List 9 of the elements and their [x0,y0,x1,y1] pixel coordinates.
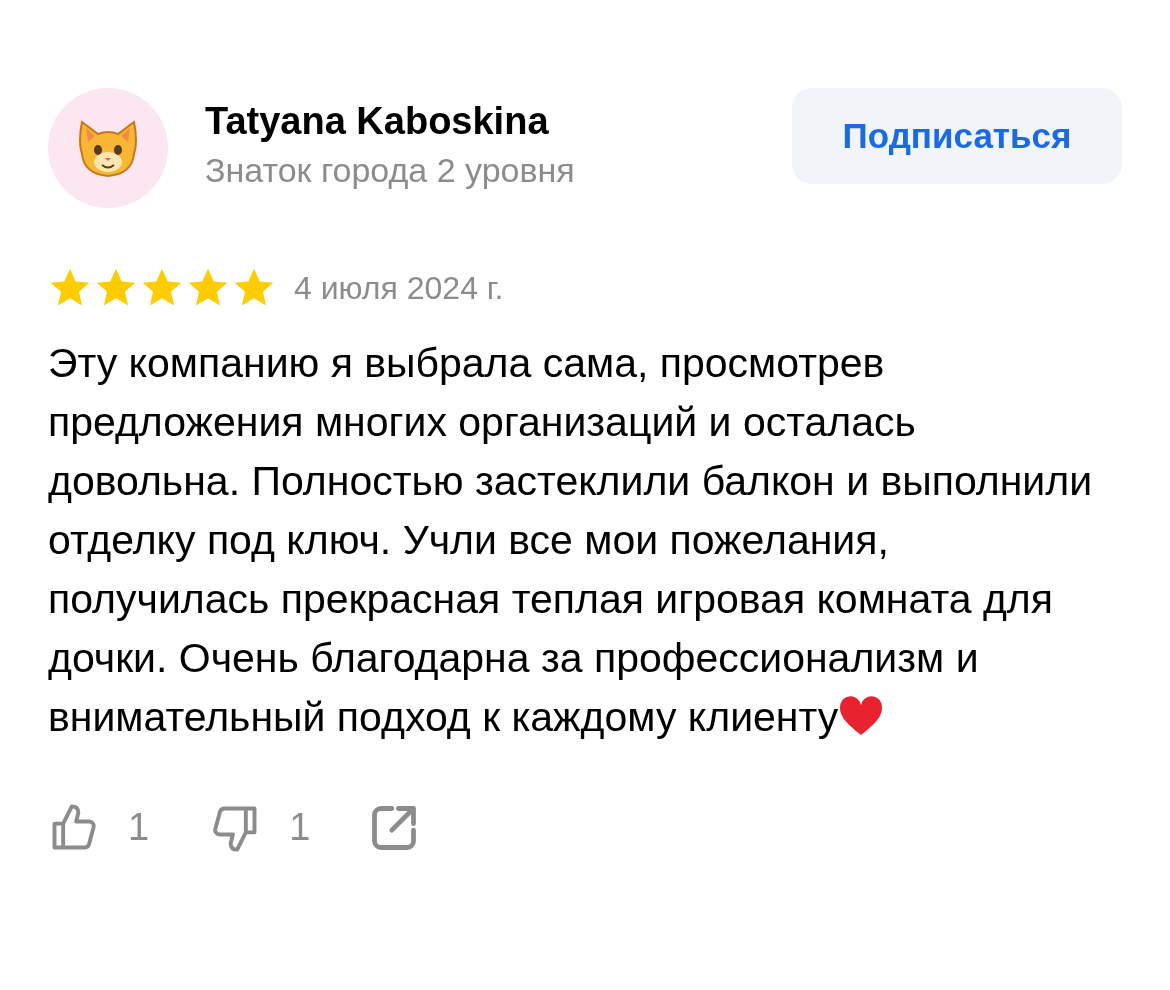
subscribe-button[interactable]: Подписаться [792,88,1122,184]
review-text: Эту компанию я выбрала сама, просмотрев предложения многих организаций и осталась довольна. Полностью застеклили балкон и выполнили отделку под ключ. Учли все мои пожелания, получилась прекрасная теплая игровая комната для дочки. Очень благодарна за профессионализм и внимательный подход к каждому клиенту [48,339,1094,742]
heart-icon [838,695,885,737]
review-date: 4 июля 2024 г. [294,269,504,308]
dislike-count: 1 [289,805,311,850]
author-level: Знаток города 2 уровня [205,150,575,191]
cat-face-icon [76,118,140,178]
like-count: 1 [128,805,150,850]
author-name[interactable]: Tatyana Kaboskina [205,96,575,146]
